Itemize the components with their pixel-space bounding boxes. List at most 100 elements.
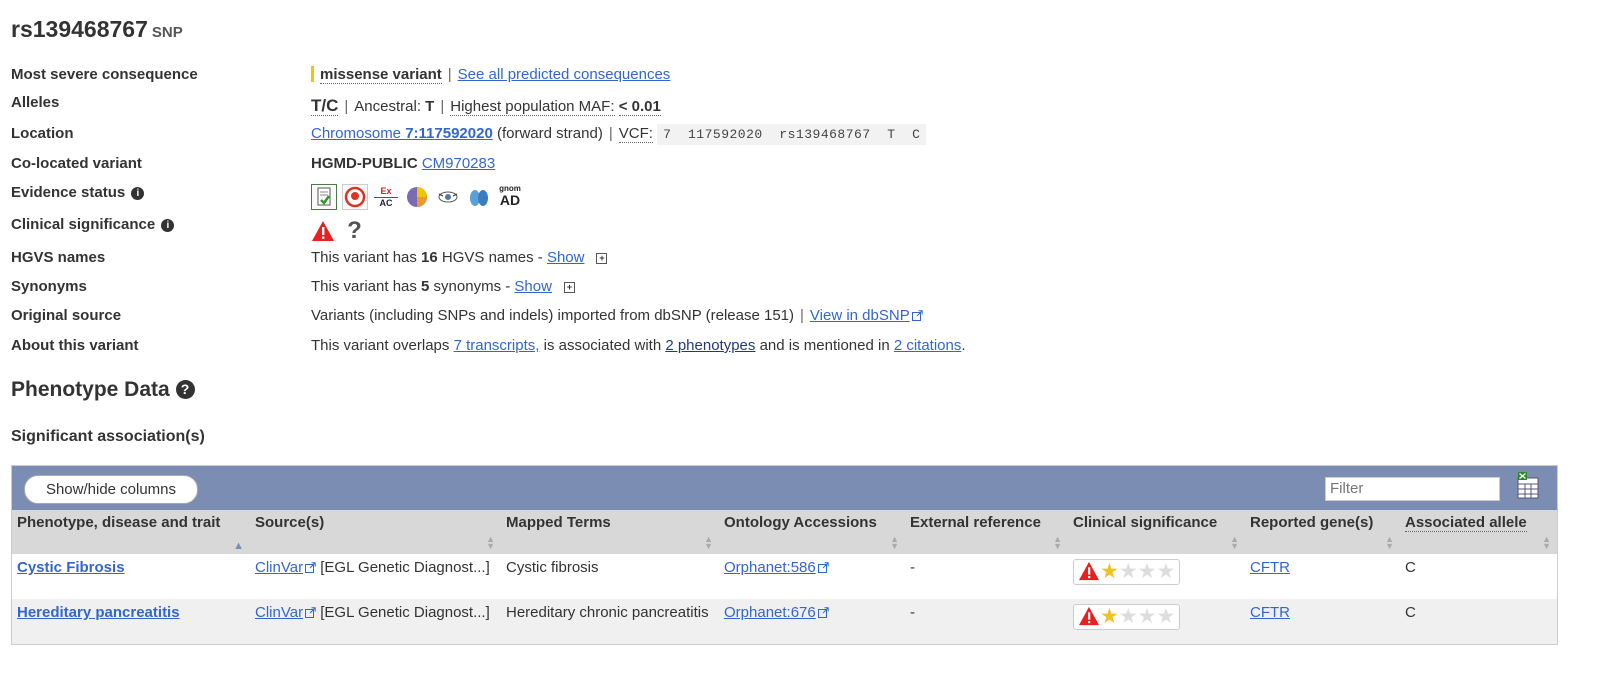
column-header-external-reference[interactable]: External reference ▲ ▼ (905, 510, 1068, 554)
gnomad-icon[interactable]: gnom AD (497, 184, 523, 210)
hgvs-show-link[interactable]: Show (547, 249, 585, 266)
column-header-associated-allele[interactable]: Associated allele ▲ ▼ (1400, 510, 1557, 554)
pathogenic-warning-icon (1079, 561, 1099, 581)
location-label: Location (11, 125, 74, 142)
citations-link[interactable]: 2 citations (894, 337, 962, 354)
original-source-row: Original source Variants (including SNPs… (11, 307, 1591, 331)
vcf-label: VCF: (618, 125, 653, 143)
external-link-icon (305, 562, 316, 573)
info-icon[interactable]: i (131, 187, 145, 200)
alleles-row: Alleles T/C | Ancestral: T | Highest populat… (11, 94, 661, 116)
star-icon: ★ (1156, 605, 1176, 628)
synonyms-show-link[interactable]: Show (514, 278, 552, 295)
associated-allele: C (1400, 554, 1557, 599)
transcripts-link[interactable]: 7 transcripts, (454, 337, 540, 354)
mapped-term: Hereditary chronic pancreatitis (501, 599, 719, 644)
external-link-icon (817, 562, 829, 573)
sort-icon: ▲ ▼ (890, 534, 899, 551)
frequency-icon[interactable] (311, 184, 337, 210)
column-header-clinical-significance[interactable]: Clinical significance ▲ ▼ (1068, 510, 1245, 554)
hapmap-icon[interactable] (435, 184, 461, 210)
about-text: . (961, 337, 966, 354)
exac-icon[interactable]: Ex AC (373, 184, 399, 210)
star-icon: ★ (1100, 560, 1119, 583)
colocated-row: Co-located variant HGMD-PUBLIC CM970283 (11, 155, 1591, 179)
column-header-mapped-terms[interactable]: Mapped Terms ▲ ▼ (501, 510, 719, 554)
table-toolbar: Show/hide columns (12, 466, 1557, 510)
gene-link[interactable]: CFTR (1250, 604, 1290, 621)
consequence-color-bar (311, 66, 314, 82)
colocated-source: HGMD-PUBLIC (311, 155, 418, 172)
location-row: Location Chromosome 7:117592020 (forward… (11, 124, 1591, 149)
clinical-significance-badge[interactable]: ★★★★ (1073, 604, 1181, 630)
alleles-value[interactable]: T/C (311, 96, 339, 116)
clinical-row: Clinical significance i ? (11, 216, 1591, 244)
star-icon: ★ (1156, 560, 1176, 583)
hgvs-count: 16 (421, 249, 438, 266)
view-in-dbsnp-link[interactable]: View in dbSNP (810, 307, 923, 324)
phenotype-table-container: Show/hide columns Phenotype, disease and… (11, 465, 1558, 645)
expand-icon[interactable]: + (596, 253, 608, 264)
sort-icon: ▲ ▼ (1053, 534, 1062, 551)
synonyms-text: synonyms - (429, 278, 515, 295)
table-row: Hereditary pancreatitis ClinVar [EGL Gen… (12, 599, 1557, 644)
external-reference: - (905, 554, 1068, 599)
cited-icon[interactable] (342, 184, 368, 210)
significant-associations-heading: Significant association(s) (11, 428, 205, 445)
column-header-phenotype[interactable]: Phenotype, disease and trait ▲ (12, 510, 250, 554)
synonyms-label: Synonyms (11, 278, 87, 295)
ontology-link[interactable]: Orphanet:586 (724, 559, 829, 576)
synonyms-row: Synonyms This variant has 5 synonyms - S… (11, 278, 1591, 302)
clinical-label: Clinical significance i (11, 216, 175, 233)
gene-link[interactable]: CFTR (1250, 559, 1290, 576)
source-link[interactable]: ClinVar (255, 604, 316, 621)
phenotype-heading: Phenotype Data ? (11, 378, 195, 402)
external-link-icon (817, 607, 829, 618)
star-icon: ★ (1118, 605, 1138, 628)
associated-allele: C (1400, 599, 1557, 644)
maf-value[interactable]: < 0.01 (618, 98, 661, 116)
rsid: rs139468767 (11, 16, 148, 42)
sort-icon: ▲ ▼ (1542, 534, 1551, 551)
export-excel-icon[interactable] (1517, 472, 1539, 499)
star-icon: ★ (1118, 560, 1138, 583)
maf-label: Highest population MAF: (450, 98, 615, 116)
source-detail: [EGL Genetic Diagnost...] (316, 604, 490, 621)
variant-type: SNP (151, 24, 183, 41)
column-header-source[interactable]: Source(s) ▲ ▼ (250, 510, 501, 554)
hgvs-text: HGVS names - (437, 249, 547, 266)
column-header-reported-genes[interactable]: Reported gene(s) ▲ ▼ (1245, 510, 1400, 554)
vcf-value: 7 117592020 rs139468767 T C (657, 124, 927, 145)
table-header-row: Phenotype, disease and trait ▲ Source(s) ▲… (12, 510, 1557, 554)
source-link[interactable]: ClinVar (255, 559, 316, 576)
help-icon[interactable]: ? (175, 380, 195, 399)
show-hide-columns-button[interactable]: Show/hide columns (24, 475, 198, 504)
column-header-ontology[interactable]: Ontology Accessions ▲ ▼ (719, 510, 905, 554)
clinical-significance-badge[interactable]: ★★★★ (1073, 559, 1181, 585)
star-icon: ★ (1100, 605, 1119, 628)
trait-link[interactable]: Cystic Fibrosis (17, 559, 125, 576)
trait-link[interactable]: Hereditary pancreatitis (17, 604, 180, 621)
colocated-label: Co-located variant (11, 155, 142, 172)
external-reference: - (905, 599, 1068, 644)
pathogenic-warning-icon[interactable] (311, 221, 335, 241)
filter-input[interactable] (1325, 477, 1500, 501)
evidence-row: Evidence status i Ex AC gnom AD (11, 184, 1591, 210)
strand-text: (forward strand) (492, 125, 603, 142)
evidence-label: Evidence status i (11, 184, 145, 201)
info-icon[interactable]: i (161, 219, 175, 232)
sort-icon: ▲ ▼ (1385, 534, 1394, 551)
phenotypes-link[interactable]: 2 phenotypes (665, 337, 755, 354)
about-text: This variant overlaps (311, 337, 454, 354)
ontology-link[interactable]: Orphanet:676 (724, 604, 829, 621)
uncertain-significance-icon[interactable]: ? (347, 217, 362, 244)
about-row: About this variant This variant overlaps… (11, 337, 1591, 361)
expand-icon[interactable]: + (563, 282, 575, 293)
consequence-value[interactable]: missense variant (320, 66, 442, 84)
chromosome-link[interactable]: Chromosome 7:117592020 (311, 125, 493, 142)
topmed-icon[interactable] (466, 184, 492, 210)
1000genomes-icon[interactable] (404, 184, 430, 210)
see-all-consequences-link[interactable]: See all predicted consequences (458, 66, 671, 83)
consequence-label: Most severe consequence (11, 66, 198, 83)
colocated-id-link[interactable]: CM970283 (422, 155, 495, 172)
